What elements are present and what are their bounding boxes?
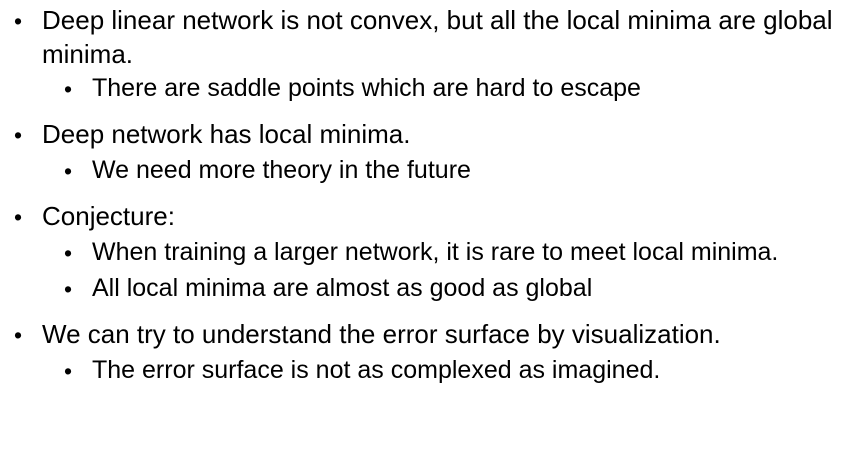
bullet-4-text: We can try to understand the error surfa…: [42, 319, 721, 349]
sub-bullet-4-1: • The error surface is not as complexed …: [64, 353, 840, 389]
slide: • Deep linear network is not convex, but…: [0, 0, 846, 470]
bullet-3: • Conjecture:: [14, 199, 840, 235]
bullet-dot-icon: •: [64, 240, 73, 266]
sub-bullet-3-1-text: When training a larger network, it is ra…: [92, 238, 779, 266]
bullet-dot-icon: •: [14, 8, 23, 34]
sub-bullet-2-1: • We need more theory in the future: [64, 153, 840, 189]
bullet-4: • We can try to understand the error sur…: [14, 317, 840, 353]
bullet-2-text: Deep network has local minima.: [42, 119, 411, 149]
bullet-dot-icon: •: [64, 358, 73, 384]
sub-bullet-3-1: • When training a larger network, it is …: [64, 235, 840, 271]
sub-bullet-4-1-text: The error surface is not as complexed as…: [92, 356, 661, 384]
bullet-3-text: Conjecture:: [42, 201, 175, 231]
spacer: [14, 189, 840, 199]
bullet-dot-icon: •: [64, 158, 73, 184]
bullet-dot-icon: •: [64, 276, 73, 302]
sub-bullet-3-2-text: All local minima are almost as good as g…: [92, 274, 593, 302]
bullet-1: • Deep linear network is not convex, but…: [14, 3, 840, 71]
sub-bullet-1-1: • There are saddle points which are hard…: [64, 71, 840, 107]
bullet-dot-icon: •: [64, 76, 73, 102]
sub-bullet-1-1-text: There are saddle points which are hard t…: [92, 74, 641, 102]
spacer: [14, 107, 840, 117]
bullet-list: • Deep linear network is not convex, but…: [14, 3, 840, 389]
spacer: [14, 307, 840, 317]
bullet-2: • Deep network has local minima.: [14, 117, 840, 153]
bullet-1-text: Deep linear network is not convex, but a…: [42, 5, 833, 69]
bullet-dot-icon: •: [14, 204, 23, 230]
sub-bullet-3-2: • All local minima are almost as good as…: [64, 271, 840, 307]
sub-bullet-2-1-text: We need more theory in the future: [92, 156, 471, 184]
bullet-dot-icon: •: [14, 322, 23, 348]
bullet-dot-icon: •: [14, 122, 23, 148]
